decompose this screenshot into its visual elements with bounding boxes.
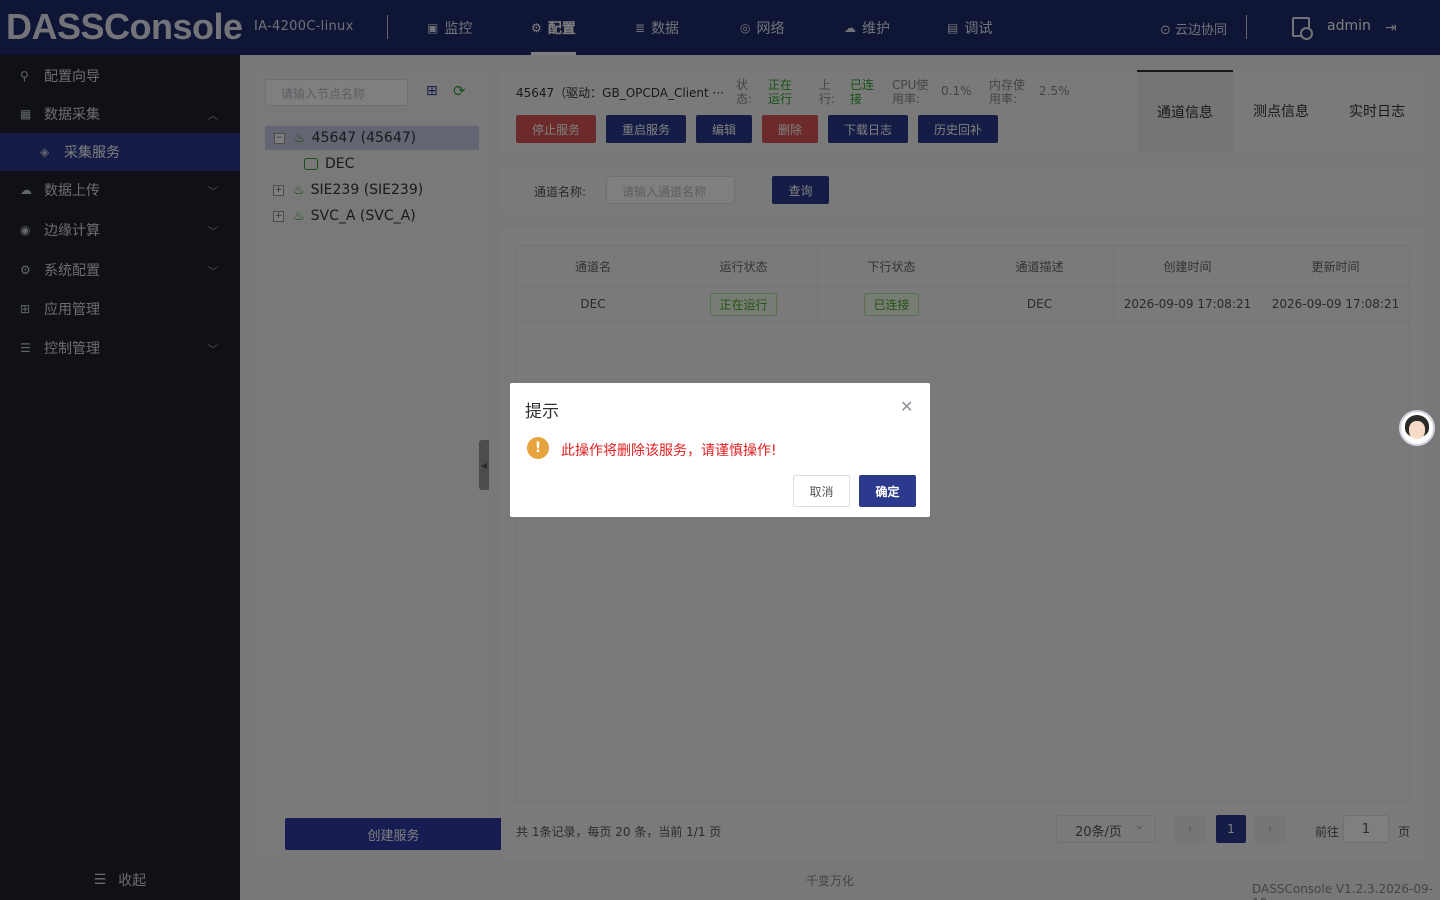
cancel-button[interactable]: 取消 <box>793 475 850 507</box>
close-icon[interactable]: ✕ <box>900 397 913 416</box>
dialog-message: 此操作将删除该服务，请谨慎操作! <box>561 443 777 459</box>
confirm-button[interactable]: 确定 <box>859 475 916 507</box>
warning-icon: ! <box>527 437 549 459</box>
avatar-face <box>1409 421 1425 439</box>
dialog-title: 提示 <box>525 402 559 422</box>
assistant-avatar[interactable] <box>1399 410 1435 446</box>
confirm-dialog: 提示 ✕ ! 此操作将删除该服务，请谨慎操作! 取消 确定 <box>510 383 930 517</box>
